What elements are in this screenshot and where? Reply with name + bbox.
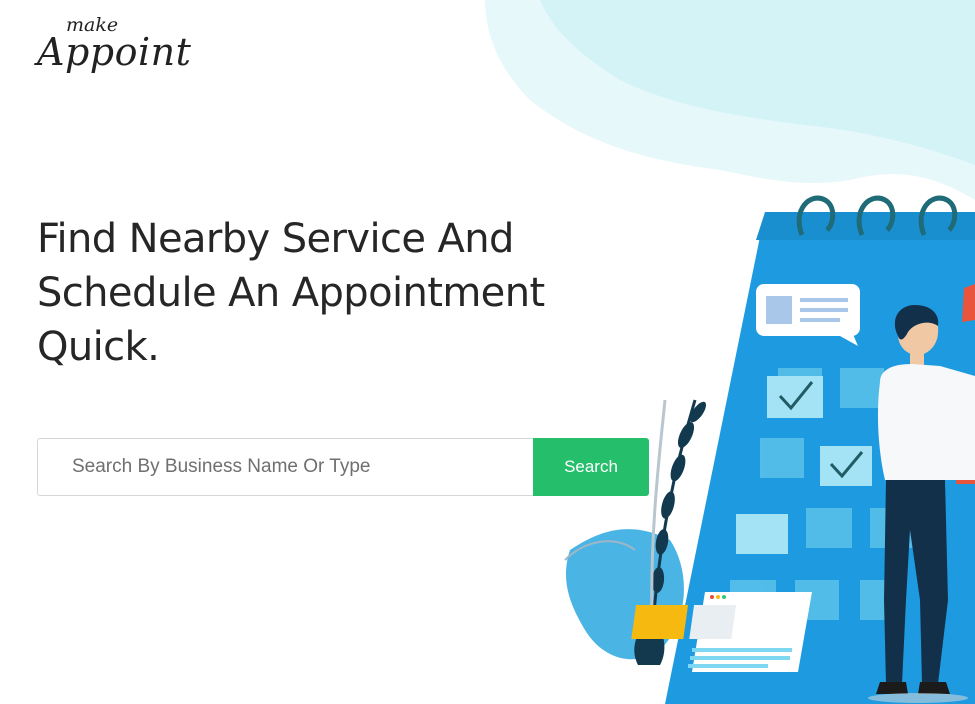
- calendar-illustration: [564, 195, 975, 704]
- logo-big-text: Appoint: [37, 30, 192, 74]
- hero-title: Find Nearby Service And Schedule An Appo…: [37, 212, 577, 374]
- hero-title-line-1: Find Nearby Service And: [37, 216, 514, 262]
- hero-title-line-2: Schedule An Appointment: [37, 270, 545, 316]
- hero-title-line-3: Quick.: [37, 324, 160, 370]
- brand-logo[interactable]: make Appoint: [34, 12, 191, 84]
- search-input[interactable]: [37, 438, 533, 496]
